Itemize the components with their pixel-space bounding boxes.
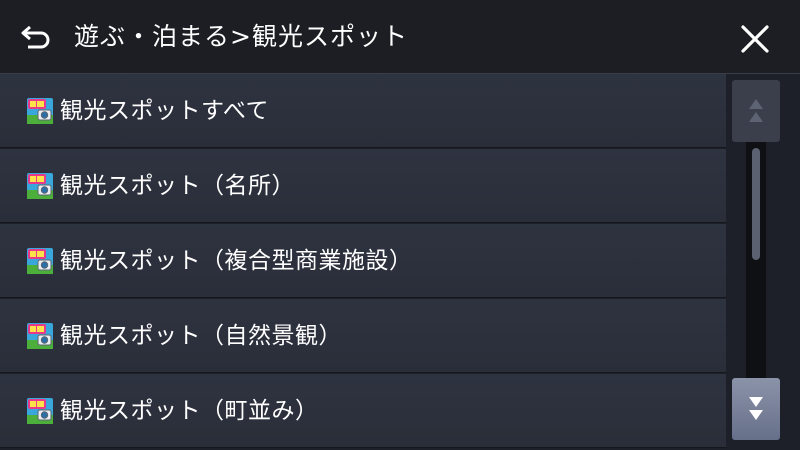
category-list: 観光スポットすべて 観光スポット（名所） 観光スポット（複合型商業施設） 観光ス… — [0, 74, 726, 450]
list-item-famous-places[interactable]: 観光スポット（名所） — [0, 149, 726, 223]
scrollbar — [726, 74, 800, 450]
sightseeing-camera-icon — [27, 173, 53, 199]
list-item-townscape[interactable]: 観光スポット（町並み） — [0, 374, 726, 448]
close-button[interactable] — [732, 16, 778, 62]
list-item-label: 観光スポット（町並み） — [60, 398, 319, 424]
sightseeing-camera-icon — [27, 323, 53, 349]
sightseeing-camera-icon — [27, 398, 53, 424]
list-item-natural-scenery[interactable]: 観光スポット（自然景観） — [0, 299, 726, 373]
list-item-label: 観光スポットすべて — [60, 98, 269, 124]
back-button[interactable] — [16, 17, 56, 57]
header-bar: 遊ぶ・泊まる>観光スポット — [0, 0, 800, 74]
close-x-icon — [741, 25, 769, 53]
scroll-up-button[interactable] — [732, 80, 780, 142]
page-up-double-triangle-icon — [749, 99, 763, 122]
list-item-label: 観光スポット（複合型商業施設） — [60, 248, 413, 274]
list-item-commercial-complex[interactable]: 観光スポット（複合型商業施設） — [0, 224, 726, 298]
return-arrow-icon — [21, 25, 50, 49]
scroll-track[interactable] — [746, 142, 766, 378]
scroll-down-button[interactable] — [732, 378, 780, 440]
scroll-thumb[interactable] — [752, 148, 760, 260]
list-item-label: 観光スポット（名所） — [60, 173, 295, 199]
list-item-label: 観光スポット（自然景観） — [60, 323, 342, 349]
sightseeing-camera-icon — [27, 248, 53, 274]
sightseeing-camera-icon — [27, 98, 53, 124]
page-down-double-triangle-icon — [749, 397, 763, 420]
list-item-all-spots[interactable]: 観光スポットすべて — [0, 74, 726, 148]
page-title: 遊ぶ・泊まる>観光スポット — [74, 22, 408, 51]
